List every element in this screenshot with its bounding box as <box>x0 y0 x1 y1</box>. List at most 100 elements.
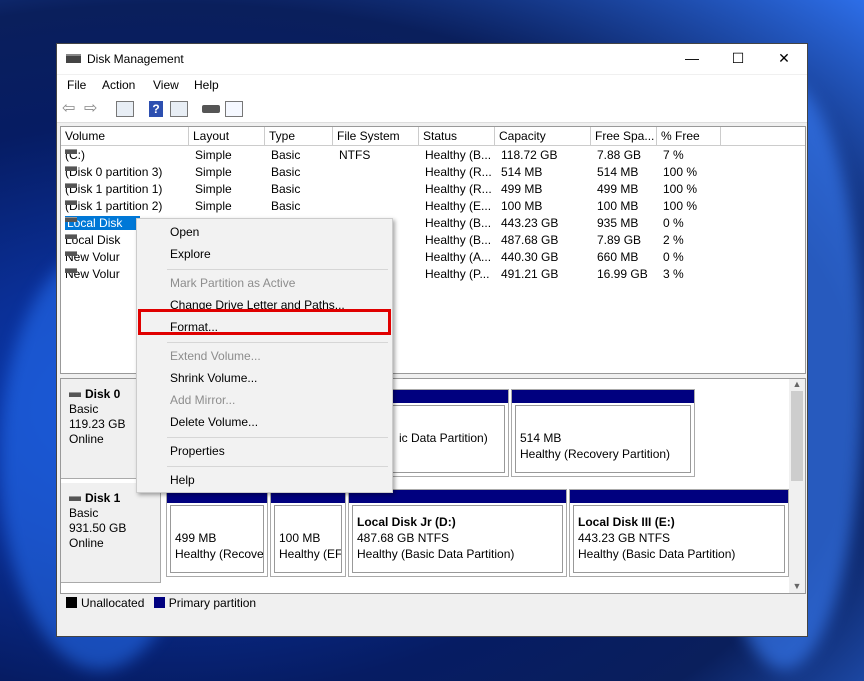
table-cell: 100 % <box>663 199 698 213</box>
partition-status: Healthy (Basic Data Partition) <box>578 547 736 561</box>
partition-title <box>279 514 337 530</box>
partition-disk0-recovery[interactable]: 514 MB Healthy (Recovery Partition) <box>511 389 695 477</box>
partition-size: 100 MB <box>279 531 321 545</box>
partition-status: ic Data Partition) <box>399 431 488 445</box>
drive-icon <box>65 251 77 256</box>
legend-primary-partition: Primary partition <box>168 596 257 610</box>
scroll-up-icon[interactable]: ▲ <box>789 379 805 389</box>
partition-disk1-0[interactable]: 499 MB Healthy (Recover <box>166 489 268 577</box>
drive-icon <box>65 268 77 273</box>
column-type[interactable]: Type <box>265 127 333 146</box>
table-row[interactable]: (C:) Simple Basic NTFS Healthy (B... 118.72 G… <box>61 147 805 164</box>
table-cell: Healthy (R... <box>425 182 492 196</box>
disk-status: Online <box>69 536 104 550</box>
column-free-space[interactable]: Free Spa... <box>591 127 657 146</box>
menu-separator <box>167 269 388 270</box>
menu-help[interactable]: Help <box>194 78 219 92</box>
disk-management-icon <box>66 54 81 63</box>
table-cell: 0 % <box>663 216 684 230</box>
partition-status: Healthy (Recovery Partition) <box>520 447 671 461</box>
help-icon[interactable]: ? <box>149 101 163 117</box>
table-cell: 660 MB <box>597 250 639 264</box>
table-cell: Simple <box>195 199 232 213</box>
table-cell: 499 MB <box>501 182 543 196</box>
show-hide-tree-icon[interactable] <box>116 101 134 117</box>
menu-item-help[interactable]: Help <box>170 473 195 487</box>
table-cell: 16.99 GB <box>597 267 648 281</box>
table-cell: Healthy (B... <box>425 148 492 162</box>
table-cell: New Volur <box>65 267 120 281</box>
menu-item-open[interactable]: Open <box>170 225 199 239</box>
table-cell: Healthy (A... <box>425 250 492 264</box>
drive-icon <box>65 149 77 154</box>
table-cell: Healthy (B... <box>425 216 492 230</box>
partition-disk1-3[interactable]: Local Disk III (E:) 443.23 GB NTFS Healthy… <box>569 489 789 577</box>
close-button[interactable]: ✕ <box>761 44 807 72</box>
partition-title: Local Disk III (E:) <box>578 515 675 529</box>
scrollbar-thumb[interactable] <box>791 391 803 481</box>
table-cell: 100 MB <box>597 199 639 213</box>
table-cell: 7.89 GB <box>597 233 642 247</box>
unallocated-swatch <box>66 597 77 608</box>
table-cell: Basic <box>271 182 301 196</box>
volume-name: (Disk 1 partition 2) <box>65 199 163 213</box>
menu-action[interactable]: Action <box>102 78 135 92</box>
table-cell: 440.30 GB <box>501 250 559 264</box>
menu-item-mark-partition-as-active: Mark Partition as Active <box>170 276 296 290</box>
disk-1-label[interactable]: Disk 1 Basic 931.50 GB Online <box>61 483 161 583</box>
vertical-scrollbar[interactable]: ▲ ▼ <box>789 379 805 593</box>
partition-disk1-1[interactable]: 100 MB Healthy (EFI <box>270 489 346 577</box>
partition-title: Local Disk Jr (D:) <box>357 515 456 529</box>
menu-item-properties[interactable]: Properties <box>170 444 225 458</box>
table-cell: (C:) <box>65 148 85 162</box>
connect-icon[interactable] <box>202 105 220 113</box>
column-volume[interactable]: Volume <box>61 127 189 146</box>
table-cell: Local Disk <box>65 216 141 230</box>
maximize-button[interactable]: ☐ <box>715 44 761 72</box>
table-cell: 100 % <box>663 182 698 196</box>
column-file-system[interactable]: File System <box>333 127 419 146</box>
table-row[interactable]: (Disk 0 partition 3) Simple Basic Healthy (… <box>61 164 805 181</box>
disk-icon <box>69 392 81 398</box>
menu-item-add-mirror: Add Mirror... <box>170 393 236 407</box>
title-bar: Disk Management — ☐ ✕ <box>57 44 807 74</box>
menu-separator <box>167 466 388 467</box>
scroll-down-icon[interactable]: ▼ <box>789 581 805 591</box>
menu-item-extend-volume: Extend Volume... <box>170 349 261 363</box>
table-cell: (Disk 0 partition 3) <box>65 165 162 179</box>
table-cell: Simple <box>195 165 232 179</box>
column-status[interactable]: Status <box>419 127 495 146</box>
column-percent-free[interactable]: % Free <box>657 127 721 146</box>
menu-view[interactable]: View <box>153 78 179 92</box>
legend-unallocated: Unallocated <box>81 596 145 610</box>
menu-item-shrink-volume[interactable]: Shrink Volume... <box>170 371 257 385</box>
forward-icon[interactable]: ⇨ <box>84 101 102 117</box>
table-cell: Local Disk <box>65 233 120 247</box>
column-capacity[interactable]: Capacity <box>495 127 591 146</box>
legend: Unallocated Primary partition <box>60 596 806 616</box>
disk-icon <box>69 496 81 502</box>
column-layout[interactable]: Layout <box>189 127 265 146</box>
partition-size: 443.23 GB NTFS <box>578 531 671 545</box>
table-row[interactable]: (Disk 1 partition 1) Simple Basic Healthy (… <box>61 181 805 198</box>
partition-size: 499 MB <box>175 531 217 545</box>
table-cell: 514 MB <box>501 165 543 179</box>
back-icon[interactable]: ⇦ <box>62 101 80 117</box>
table-cell: 935 MB <box>597 216 639 230</box>
menu-item-delete-volume[interactable]: Delete Volume... <box>170 415 258 429</box>
table-row[interactable]: (Disk 1 partition 2) Simple Basic Healthy (… <box>61 198 805 215</box>
table-cell: New Volur <box>65 250 120 264</box>
table-cell: 487.68 GB <box>501 233 559 247</box>
menu-file[interactable]: File <box>67 78 86 92</box>
table-cell: 514 MB <box>597 165 639 179</box>
partition-status: Healthy (Recover <box>175 547 264 561</box>
table-cell: Healthy (B... <box>425 233 492 247</box>
drive-icon <box>65 217 77 222</box>
properties-icon[interactable] <box>225 101 243 117</box>
show-hide-action-pane-icon[interactable] <box>170 101 188 117</box>
minimize-button[interactable]: — <box>669 44 715 72</box>
table-cell: Healthy (P... <box>425 267 490 281</box>
menu-item-explore[interactable]: Explore <box>170 247 211 261</box>
volume-list-header: Volume Layout Type File System Status Ca… <box>61 127 805 146</box>
partition-disk1-2[interactable]: Local Disk Jr (D:) 487.68 GB NTFS Healthy … <box>348 489 567 577</box>
